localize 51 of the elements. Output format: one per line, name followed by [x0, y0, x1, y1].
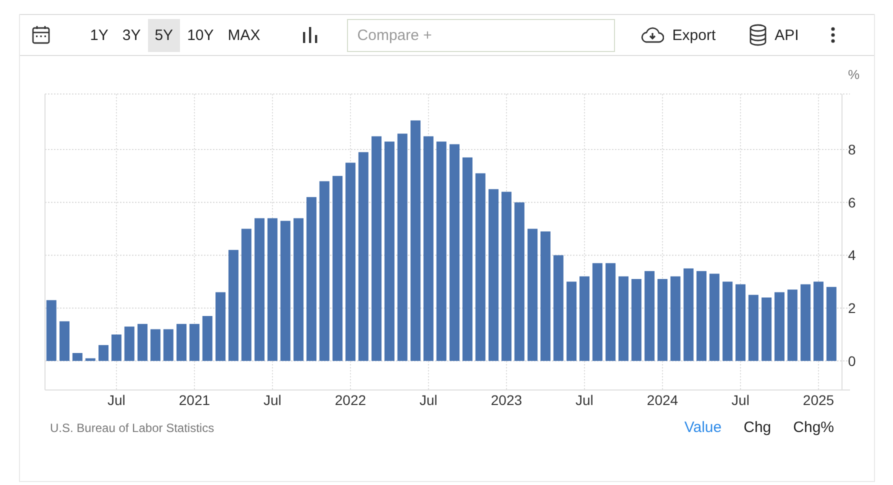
- unit-label: %: [848, 67, 860, 82]
- x-tick-label: 2021: [178, 392, 210, 408]
- bar: [60, 321, 70, 361]
- bar: [46, 300, 56, 361]
- bar: [163, 329, 174, 361]
- compare-field[interactable]: Compare +: [347, 18, 616, 52]
- bar: [150, 329, 160, 361]
- y-tick-label: 4: [848, 247, 856, 264]
- y-tick-label: 6: [848, 194, 856, 210]
- bar: [72, 353, 82, 361]
- y-tick-label: 8: [848, 142, 856, 158]
- bar: [111, 334, 122, 361]
- x-tick-label: Jul: [108, 392, 126, 408]
- x-tick-label: 2025: [802, 392, 834, 408]
- x-tick-label: 2023: [490, 392, 522, 408]
- mode-tab[interactable]: Value: [684, 419, 722, 436]
- range-tab[interactable]: 1Y: [83, 18, 116, 52]
- cloud-download-icon: [640, 27, 664, 43]
- bar: [176, 324, 186, 361]
- bar: [216, 292, 226, 361]
- bar: [774, 292, 784, 361]
- y-tick-label: 2: [848, 300, 856, 316]
- bar: [787, 290, 798, 361]
- bar-chart-icon[interactable]: [303, 27, 318, 43]
- export-button[interactable]: Export: [640, 22, 716, 48]
- range-tab[interactable]: 5Y: [148, 18, 180, 52]
- range-tab[interactable]: MAX: [220, 18, 268, 52]
- api-button[interactable]: API: [748, 20, 799, 50]
- y-tick-label: 0: [848, 352, 856, 369]
- x-tick-label: Jul: [264, 392, 282, 408]
- bar: [189, 324, 200, 361]
- bar: [124, 326, 134, 361]
- x-tick-label: 2024: [646, 392, 678, 408]
- bar: [762, 298, 772, 361]
- range-tab[interactable]: 10Y: [180, 18, 221, 52]
- bar: [748, 294, 758, 361]
- mode-tab[interactable]: Chg%: [793, 419, 834, 436]
- bar: [138, 324, 148, 361]
- x-tick-label: Jul: [732, 392, 750, 408]
- bar: [85, 358, 96, 361]
- bar: [98, 345, 108, 361]
- calendar-icon[interactable]: [32, 25, 50, 45]
- source-text: U.S. Bureau of Labor Statistics: [50, 420, 214, 434]
- x-tick-label: Jul: [420, 392, 438, 408]
- more-icon[interactable]: [830, 27, 835, 43]
- x-tick-label: 2022: [334, 392, 366, 408]
- mode-tab[interactable]: Chg: [744, 419, 772, 436]
- bar: [202, 316, 212, 361]
- x-tick-label: Jul: [576, 392, 594, 408]
- database-icon: [748, 24, 767, 46]
- range-tab[interactable]: 3Y: [115, 18, 148, 52]
